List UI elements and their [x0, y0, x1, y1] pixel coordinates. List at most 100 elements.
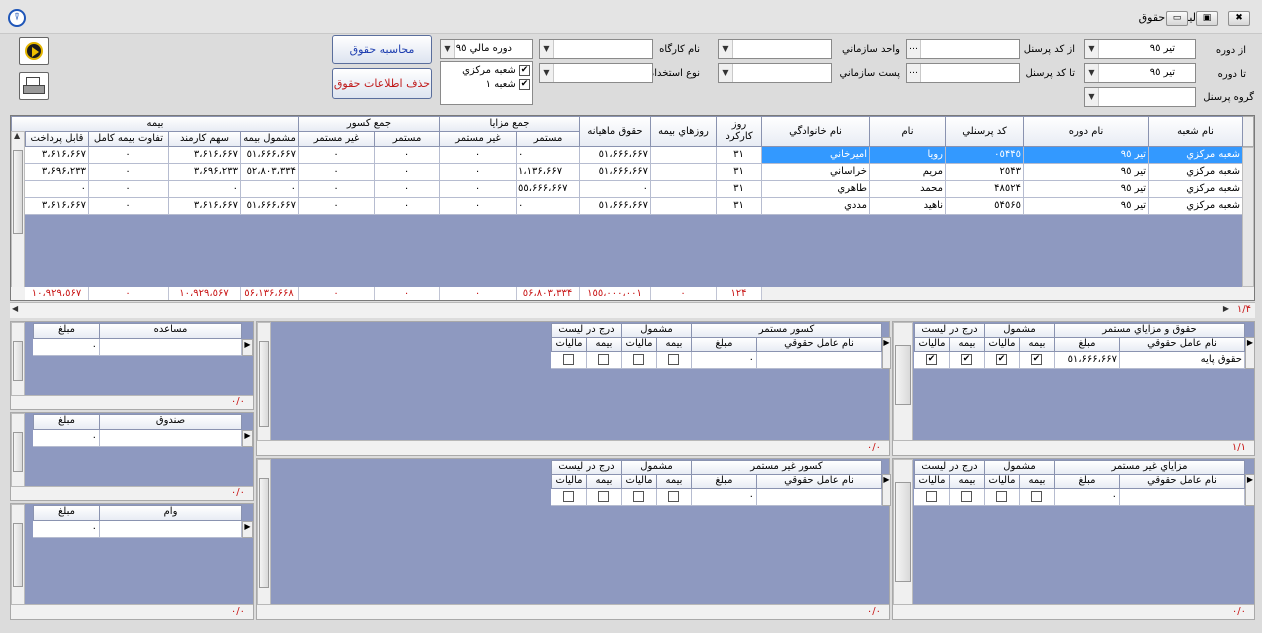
close-button[interactable]: ✖: [1228, 11, 1250, 26]
cell-emp-share[interactable]: ٣،۶٩۶،٢٣٣: [168, 164, 241, 181]
cell-branch[interactable]: شعبه مرکزي: [1148, 198, 1243, 215]
col-branch[interactable]: نام شعبه: [1148, 116, 1243, 147]
cell-ben-cont[interactable]: ١،١٣۶،۶۶٧: [516, 164, 580, 181]
cell-code[interactable]: ٢٥۴٣: [945, 164, 1024, 181]
cell-days[interactable]: ٣١: [716, 198, 762, 215]
col-salary[interactable]: حقوق ماهيانه: [579, 116, 651, 147]
col-amount[interactable]: مبلغ: [691, 337, 757, 352]
cell-check[interactable]: [586, 352, 622, 369]
cell-emp-share[interactable]: ٣،۶١۶،۶۶٧: [168, 147, 241, 164]
cell-ded-noncont[interactable]: ٠: [298, 198, 375, 215]
cell-salary[interactable]: ٠: [579, 181, 651, 198]
delete-salary-button[interactable]: حذف اطلاعات حقوق: [332, 68, 432, 99]
cell-days[interactable]: ٣١: [716, 181, 762, 198]
cell-name[interactable]: [756, 489, 882, 506]
cell-days[interactable]: ٣١: [716, 164, 762, 181]
col-family[interactable]: نام خانوادگي: [761, 116, 870, 147]
cell-amount[interactable]: ٠: [33, 430, 100, 447]
cell-check[interactable]: [621, 489, 657, 506]
cell-family[interactable]: مددي: [761, 198, 870, 215]
cell-payable[interactable]: ٣،۶١۶،۶۶٧: [25, 198, 89, 215]
cell-check[interactable]: [656, 489, 692, 506]
cell-days[interactable]: ٣١: [716, 147, 762, 164]
cell-ins-subject[interactable]: ٥١،۶۶۶،۶۶٧: [240, 198, 299, 215]
cell-period[interactable]: تير ٩٥: [1023, 164, 1149, 181]
employment-select[interactable]: ▼: [539, 63, 653, 83]
app-icon[interactable]: ⍒: [8, 9, 26, 27]
col-name[interactable]: نام عامل حقوقي: [756, 474, 882, 489]
cell-check[interactable]: [621, 352, 657, 369]
cell-check[interactable]: [551, 489, 587, 506]
cell-ben-noncont[interactable]: ٠: [439, 164, 517, 181]
cell-check[interactable]: [949, 489, 985, 506]
to-code-field[interactable]: …: [906, 63, 1020, 83]
cell-payable[interactable]: ٣،۶١۶،۶۶٧: [25, 147, 89, 164]
cell-ins-days[interactable]: [650, 147, 717, 164]
col-tax[interactable]: ماليات: [551, 474, 587, 489]
cell-full-diff[interactable]: ٠: [88, 147, 169, 164]
col-ins[interactable]: بيمه: [586, 337, 622, 352]
cell-code[interactable]: ٠٥۴۴٥: [945, 147, 1024, 164]
cell-code[interactable]: ۴٨٥٢۴: [945, 181, 1024, 198]
cell-name[interactable]: [1119, 489, 1245, 506]
branch-item-2[interactable]: شعبه ١ ✔: [443, 78, 530, 92]
cell-branch[interactable]: شعبه مرکزي: [1148, 164, 1243, 181]
cell-family[interactable]: طاهري: [761, 181, 870, 198]
cell-blank[interactable]: [99, 339, 242, 356]
cell-salary[interactable]: ٥١،۶۶۶،۶۶٧: [579, 147, 651, 164]
col-period[interactable]: نام دوره: [1023, 116, 1149, 147]
cell-name[interactable]: مريم: [869, 164, 946, 181]
cell-ded-cont[interactable]: ٠: [374, 181, 440, 198]
printer-icon[interactable]: [19, 72, 49, 100]
cell-check[interactable]: [914, 489, 950, 506]
cell-full-diff[interactable]: ٠: [88, 198, 169, 215]
cell-amount[interactable]: ٠: [33, 521, 100, 538]
col-ins-days[interactable]: روزهاي بيمه: [650, 116, 717, 147]
cell-ins-subject[interactable]: ٠: [240, 181, 299, 198]
cell-amount[interactable]: ٠: [691, 352, 757, 369]
cell-ins-subject[interactable]: ٥١،۶۶۶،۶۶٧: [240, 147, 299, 164]
col-ded-cont[interactable]: مستمر: [374, 131, 440, 147]
col-code[interactable]: کد پرسنلي: [945, 116, 1024, 147]
panel-vscroll[interactable]: [257, 322, 271, 441]
org-unit-select[interactable]: ▼: [718, 39, 832, 59]
col-amount[interactable]: مبلغ: [33, 505, 100, 521]
cell-emp-share[interactable]: ٠: [168, 181, 241, 198]
branch-checklist[interactable]: شعبه مرکزي ✔ شعبه ١ ✔: [440, 61, 533, 105]
col-emp-share[interactable]: سهم کارمند: [168, 131, 241, 147]
cell-amount[interactable]: ٠: [1054, 489, 1120, 506]
cell-check[interactable]: [586, 489, 622, 506]
col-ded-noncont[interactable]: غير مستمر: [298, 131, 375, 147]
cell-check[interactable]: [1019, 489, 1055, 506]
grid-vscroll-right[interactable]: [1242, 147, 1254, 287]
group-select[interactable]: ▼: [1084, 87, 1196, 107]
cell-ded-cont[interactable]: ٠: [374, 164, 440, 181]
cell-ben-noncont[interactable]: ٠: [439, 181, 517, 198]
scroll-thumb[interactable]: [13, 150, 23, 234]
to-period-select[interactable]: ▼ تير ٩٥: [1084, 63, 1196, 83]
cell-amount[interactable]: ٠: [691, 489, 757, 506]
cell-name[interactable]: محمد: [869, 181, 946, 198]
panel-vscroll[interactable]: [11, 504, 25, 605]
col-full-diff[interactable]: تفاوت بيمه کامل: [88, 131, 169, 147]
col-name[interactable]: نام عامل حقوقي: [1119, 337, 1245, 352]
cell-check[interactable]: ✔: [984, 352, 1020, 369]
cell-payable[interactable]: ٠: [25, 181, 89, 198]
col-ins[interactable]: بيمه: [1019, 337, 1055, 352]
col-amount[interactable]: مبلغ: [33, 323, 100, 339]
cell-ded-noncont[interactable]: ٠: [298, 147, 375, 164]
cell-amount[interactable]: ٠: [33, 339, 100, 356]
col-tax[interactable]: ماليات: [984, 337, 1020, 352]
cell-family[interactable]: خراساني: [761, 164, 870, 181]
cell-family[interactable]: اميرخاني: [761, 147, 870, 164]
col-amount[interactable]: مبلغ: [1054, 337, 1120, 352]
workshop-select[interactable]: ▼: [539, 39, 653, 59]
panel-vscroll[interactable]: [893, 459, 913, 605]
from-code-field[interactable]: …: [906, 39, 1020, 59]
cell-period[interactable]: تير ٩٥: [1023, 147, 1149, 164]
org-post-select[interactable]: ▼: [718, 63, 832, 83]
col-ins[interactable]: بيمه: [656, 474, 692, 489]
cell-full-diff[interactable]: ٠: [88, 164, 169, 181]
cell-amount[interactable]: ٥١،۶۶۶،۶۶٧: [1054, 352, 1120, 369]
fiscal-year-select[interactable]: ▼ دوره مالي ٩٥: [440, 39, 533, 59]
